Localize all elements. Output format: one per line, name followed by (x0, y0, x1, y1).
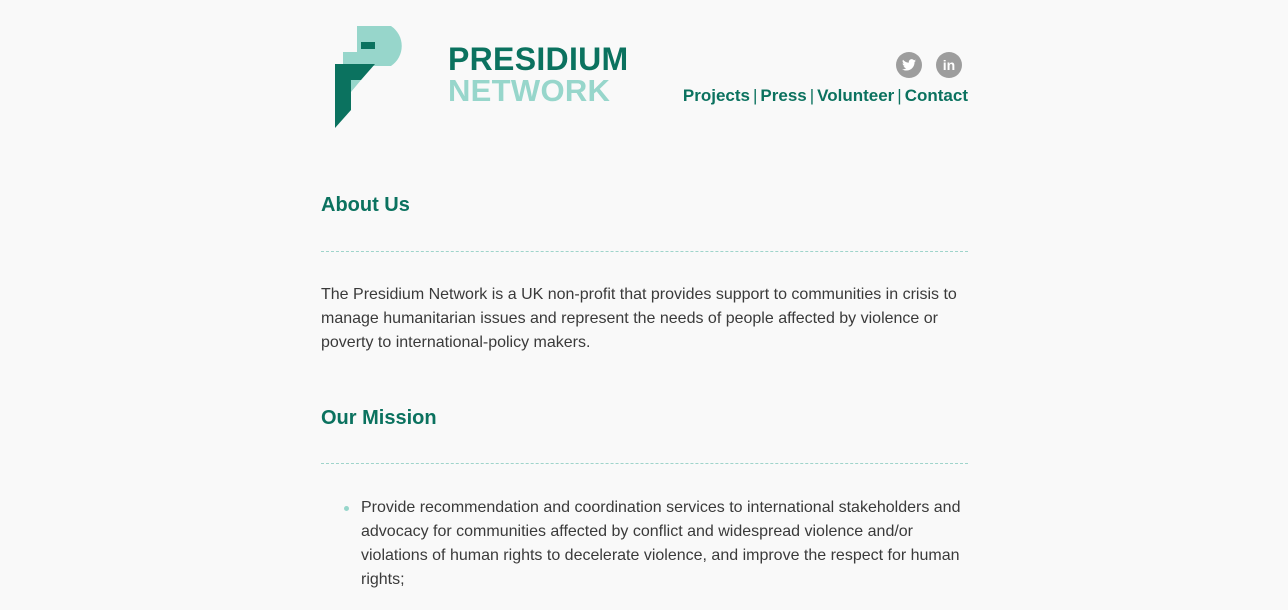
logo-mark-icon (335, 26, 402, 128)
logo[interactable]: PRESIDIUM NETWORK (335, 26, 628, 128)
mission-title: Our Mission (321, 407, 437, 429)
twitter-icon[interactable] (896, 52, 922, 78)
mission-list: Provide recommendation and coordination … (321, 496, 968, 592)
nav-separator: | (897, 86, 902, 105)
about-text: The Presidium Network is a UK non-profit… (321, 286, 957, 351)
nav-press[interactable]: Press (760, 86, 806, 105)
nav-projects[interactable]: Projects (683, 86, 750, 105)
nav-separator: | (809, 86, 815, 105)
logo-word-network: NETWORK (448, 73, 611, 108)
bullet-icon (344, 506, 349, 511)
social-links: in (896, 52, 962, 78)
nav-contact[interactable]: Contact (905, 86, 968, 105)
nav-volunteer[interactable]: Volunteer (817, 86, 894, 105)
top-nav: Projects | Press | Volunteer | Contact (683, 86, 968, 106)
page: PRESIDIUM NETWORK in Projects | Press | Volu… (0, 0, 1288, 610)
logo-word-presidium: PRESIDIUM (448, 41, 629, 77)
nav-separator: | (752, 86, 758, 105)
about-title: About Us (321, 194, 410, 216)
logo-wordmark: PRESIDIUM NETWORK (448, 43, 629, 107)
linkedin-glyph: in (942, 57, 956, 73)
list-item: Provide recommendation and coordination … (321, 496, 966, 592)
about-divider (321, 251, 968, 252)
twitter-bird-icon (902, 59, 916, 71)
linkedin-icon[interactable]: in (936, 52, 962, 78)
mission-divider (321, 463, 968, 464)
mission-item-text: Provide recommendation and coordination … (361, 499, 961, 588)
